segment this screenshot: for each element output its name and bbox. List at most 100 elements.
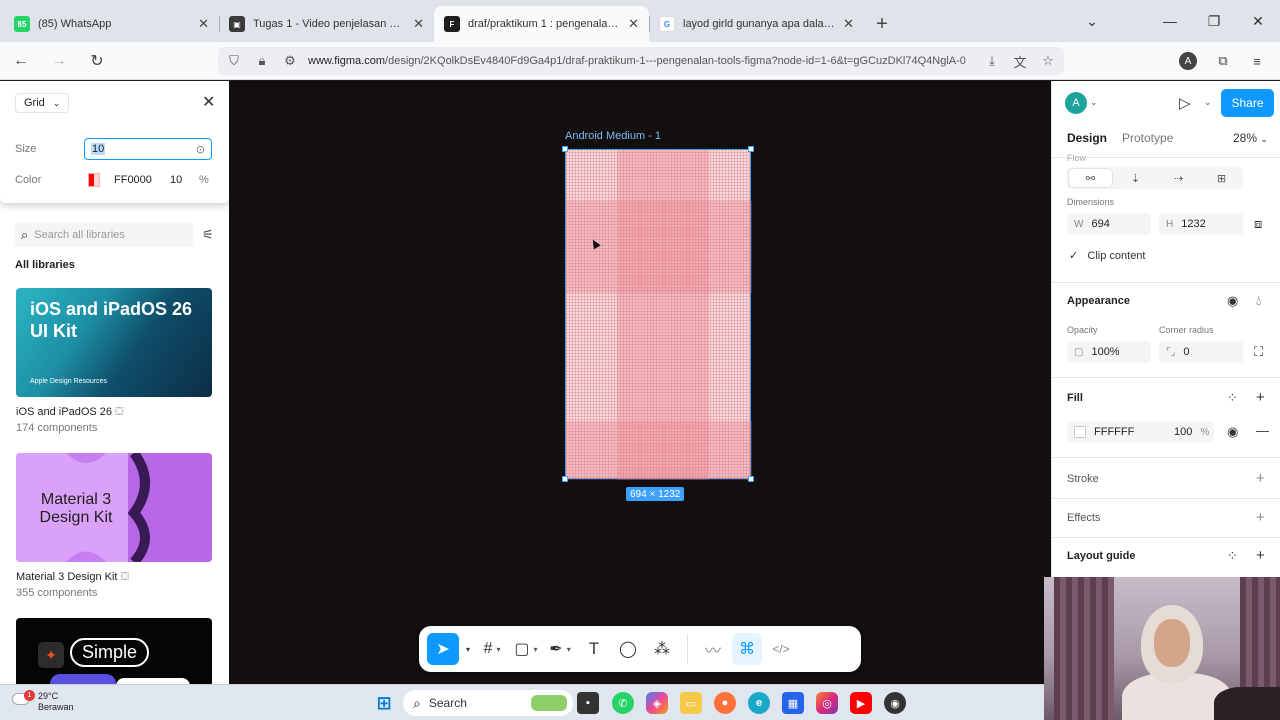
youtube-icon[interactable]: ▶ (850, 692, 872, 714)
grid-color-opacity[interactable]: 10 (170, 174, 182, 186)
reload-icon[interactable]: ↻ (80, 46, 114, 76)
windows-start-icon[interactable]: ⊞ (373, 692, 395, 714)
resize-handle[interactable] (748, 476, 754, 482)
tab-google[interactable]: G layod girld gunanya apa dalam figma ✕ (649, 6, 864, 42)
styles-grid-icon[interactable]: ⁘ (1227, 390, 1238, 406)
library-name[interactable]: Material 3 Design Kit ⛋ (16, 571, 129, 584)
fill-color-input[interactable]: FFFFFF 100 % (1067, 421, 1214, 443)
comment-tool-icon[interactable]: ◯ (613, 633, 643, 665)
tab-design[interactable]: Design (1067, 131, 1107, 145)
move-tool-caret-icon[interactable]: ▾ (463, 633, 473, 665)
text-tool-icon[interactable]: T (579, 633, 609, 665)
tab-list-chevron-icon[interactable]: ⌄ (1077, 8, 1107, 34)
weather-widget[interactable]: 29°C Berawan (38, 691, 74, 713)
independent-corners-icon[interactable]: ⛶ (1254, 344, 1263, 360)
new-tab-icon[interactable]: + (864, 6, 900, 42)
forward-icon[interactable]: → (42, 46, 76, 76)
zoom-level[interactable]: 28% ⌄ (1233, 131, 1268, 145)
tab-whatsapp[interactable]: 85 (85) WhatsApp ✕ (4, 6, 219, 42)
pen-tool-icon[interactable]: ✒ ▾ (545, 633, 575, 665)
android-frame[interactable] (565, 149, 752, 480)
share-button[interactable]: Share (1221, 89, 1274, 117)
vertical-layout-icon[interactable]: ⇣ (1114, 167, 1157, 189)
present-play-icon[interactable]: ▷ (1179, 94, 1191, 112)
freeform-layout-icon[interactable]: ⚯ (1069, 169, 1112, 187)
instagram-icon[interactable]: ◎ (816, 692, 838, 714)
close-tab-icon[interactable]: ✕ (198, 16, 209, 32)
library-card-simple[interactable]: ✦ Simple (16, 618, 212, 684)
library-card-ios[interactable]: iOS and iPadOS 26 UI Kit Apple Design Re… (16, 288, 212, 397)
clip-content-checkbox[interactable]: ✓ Clip content (1069, 249, 1145, 262)
close-icon[interactable]: ✕ (202, 92, 215, 112)
variable-icon[interactable]: ⊙ (196, 143, 205, 156)
grid-color-hex[interactable]: FF0000 (114, 174, 152, 186)
add-fill-icon[interactable]: + (1256, 389, 1265, 406)
close-window-icon[interactable]: ✕ (1243, 8, 1273, 34)
menu-icon[interactable]: ≡ (1246, 50, 1268, 72)
tab-prototype[interactable]: Prototype (1122, 131, 1173, 145)
add-layout-guide-icon[interactable]: + (1256, 547, 1265, 564)
move-tool-icon[interactable]: ➤ (427, 633, 459, 665)
edge-icon[interactable]: e (748, 692, 770, 714)
url-text[interactable]: www.figma.com/design/2KQolkDsEv4840Fd9Ga… (308, 55, 968, 67)
grid-size-input[interactable]: 10 ⊙ (84, 138, 212, 160)
close-tab-icon[interactable]: ✕ (413, 16, 424, 32)
close-tab-icon[interactable]: ✕ (843, 16, 854, 32)
actions-tool-icon[interactable]: ⁂ (647, 633, 677, 665)
draw-mode-icon[interactable]: 〰 (698, 633, 728, 665)
profile-avatar[interactable]: A (1177, 50, 1199, 72)
store-icon[interactable]: ▦ (782, 692, 804, 714)
taskbar-search[interactable]: ⌕ Search (403, 690, 573, 716)
library-name[interactable]: iOS and iPadOS 26 ⛋ (16, 406, 123, 419)
fill-swatch[interactable] (1074, 426, 1086, 438)
add-effect-icon[interactable]: + (1256, 509, 1265, 526)
site-settings-icon[interactable]: ⚙ (280, 51, 300, 71)
chevron-down-icon[interactable]: ⌄ (1204, 97, 1212, 108)
shape-tool-icon[interactable]: ▢ ▾ (511, 633, 541, 665)
opacity-input[interactable]: ▢ 100% (1067, 341, 1151, 363)
avatar[interactable]: A (1065, 92, 1087, 114)
resize-handle[interactable] (562, 476, 568, 482)
copilot-icon[interactable]: ◈ (646, 692, 668, 714)
design-mode-icon[interactable]: ⌘ (732, 633, 762, 665)
filter-icon[interactable]: ⚟ (202, 227, 214, 243)
grid-color-swatch[interactable] (88, 173, 100, 187)
grid-layout-icon[interactable]: ⊞ (1200, 167, 1243, 189)
address-bar[interactable]: ⛉ 🔒︎ ⚙ www.figma.com/design/2KQolkDsEv48… (218, 47, 1064, 75)
frame-name-label[interactable]: Android Medium - 1 (565, 130, 661, 142)
restore-icon[interactable]: ❐ (1199, 8, 1229, 34)
width-input[interactable]: W 694 (1067, 213, 1151, 235)
shield-icon[interactable]: ⛉ (224, 51, 244, 71)
chrome-icon[interactable]: ◉ (884, 692, 906, 714)
library-card-material[interactable]: Material 3 Design Kit (16, 453, 212, 562)
frame-tool-icon[interactable]: # ▾ (477, 633, 507, 665)
minimize-icon[interactable]: — (1155, 8, 1185, 34)
eye-icon[interactable]: ◉ (1227, 424, 1238, 440)
eye-icon[interactable]: ◉ (1227, 293, 1238, 309)
add-stroke-icon[interactable]: + (1256, 470, 1265, 487)
whatsapp-icon[interactable]: ✆ (612, 692, 634, 714)
library-search-input[interactable]: ⌕ Search all libraries (15, 223, 193, 247)
task-view-icon[interactable]: ▪ (577, 692, 599, 714)
remove-fill-icon[interactable]: — (1256, 423, 1269, 438)
chevron-down-icon[interactable]: ⌄ (1090, 97, 1098, 108)
file-explorer-icon[interactable]: ▭ (680, 692, 702, 714)
extensions-icon[interactable]: ⧉ (1212, 50, 1234, 72)
lock-icon[interactable]: 🔒︎ (252, 51, 272, 71)
styles-grid-icon[interactable]: ⁘ (1227, 548, 1238, 564)
bookmark-star-icon[interactable]: ☆ (1038, 51, 1058, 71)
back-icon[interactable]: ← (4, 46, 38, 76)
tab-figma[interactable]: F draf/praktikum 1 : pengenalan tools fi… (434, 6, 649, 42)
tab-tugas[interactable]: ▣ Tugas 1 - Video penjelasan Tools dan W… (219, 6, 434, 42)
corner-radius-input[interactable]: ⌜⌟ 0 (1159, 341, 1243, 363)
firefox-icon[interactable]: ● (714, 692, 736, 714)
horizontal-layout-icon[interactable]: ⇢ (1157, 167, 1200, 189)
translate-icon[interactable]: 文 (1010, 51, 1030, 71)
blend-mode-icon[interactable]: 💧︎ (1256, 293, 1261, 309)
resize-handle[interactable] (748, 146, 754, 152)
design-canvas[interactable]: Android Medium - 1 694 × 1232 ➤ ▾ # ▾ ▢ ▾ … (229, 81, 1051, 684)
grid-type-dropdown[interactable]: Grid ⌄ (15, 93, 70, 113)
close-tab-icon[interactable]: ✕ (628, 16, 639, 32)
dev-mode-icon[interactable]: </> (766, 633, 796, 665)
resize-handle[interactable] (562, 146, 568, 152)
